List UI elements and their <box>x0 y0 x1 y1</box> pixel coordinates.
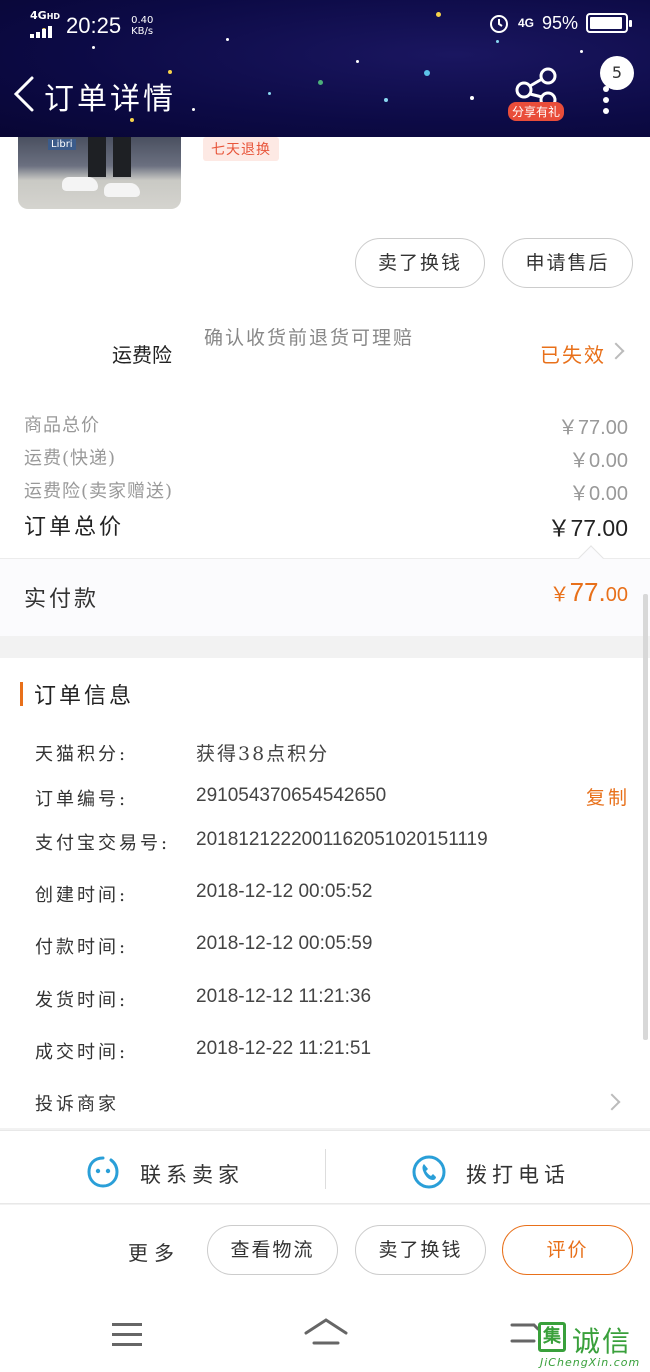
paid-amount-row: 实付款 ￥77.00 <box>0 558 650 636</box>
info-label-created: 创建时间: <box>35 885 129 906</box>
page-title: 订单详情 <box>44 82 176 117</box>
share-gift-label[interactable]: 分享有礼 <box>508 102 565 121</box>
app-header: 4GHD 20:25 0.40 KB/s 4G 95% 订单详情 分享有礼 5 <box>0 0 650 137</box>
info-value-alipay-trade: 2018121222001162051020151119 <box>196 829 488 850</box>
shipping-insurance-desc: 确认收货前退货可理赔 <box>204 327 415 349</box>
message-count-badge[interactable]: 5 <box>600 56 634 90</box>
order-action-bar: 更多 查看物流 卖了换钱 评价 <box>0 1205 650 1295</box>
product-section: Libri 七天退换 卖了换钱 申请售后 <box>0 137 650 307</box>
after-sale-button[interactable]: 申请售后 <box>502 238 633 288</box>
chevron-right-icon <box>607 342 625 360</box>
price-label-insurance: 运费险(卖家赠送) <box>24 481 174 502</box>
order-total-value: ￥77.00 <box>547 515 628 541</box>
net-speed: 0.40 KB/s <box>131 15 154 37</box>
view-logistics-button[interactable]: 查看物流 <box>207 1225 338 1275</box>
chevron-right-icon <box>603 1093 621 1111</box>
section-accent-bar <box>20 682 23 706</box>
network-indicator: 4GHD <box>30 10 60 42</box>
contact-seller-button[interactable]: 联系卖家 <box>140 1159 244 1189</box>
chat-bubble-icon[interactable] <box>86 1155 120 1189</box>
home-icon[interactable] <box>304 1317 348 1347</box>
price-label-shipping: 运费(快递) <box>24 448 117 469</box>
review-button[interactable]: 评价 <box>502 1225 633 1275</box>
clock: 20:25 <box>66 13 122 38</box>
price-value-shipping: ￥0.00 <box>569 450 628 472</box>
shipping-insurance-status: 已失效 <box>540 343 606 367</box>
order-total-label: 订单总价 <box>24 515 125 540</box>
info-value-order-number: 291054370654542650 <box>196 785 387 806</box>
price-label-goods: 商品总价 <box>24 415 100 436</box>
info-label-alipay-trade: 支付宝交易号: <box>35 833 171 854</box>
call-phone-button[interactable]: 拨打电话 <box>466 1159 570 1189</box>
phone-icon[interactable] <box>412 1155 446 1189</box>
complain-seller-link[interactable]: 投诉商家 <box>35 1090 119 1116</box>
status-bar: 4GHD 20:25 0.40 KB/s 4G 95% <box>0 10 650 42</box>
copy-order-number-link[interactable]: 复制 <box>586 783 630 810</box>
signal-icon <box>30 26 52 38</box>
back-arrow-icon[interactable] <box>10 74 38 114</box>
sell-button[interactable]: 卖了换钱 <box>355 238 485 288</box>
battery-icon <box>586 13 632 33</box>
info-value-completed: 2018-12-22 11:21:51 <box>196 1038 372 1059</box>
shipping-insurance-row[interactable]: 运费险 确认收货前退货可理赔 已失效 <box>0 307 650 397</box>
seven-day-return-tag: 七天退换 <box>203 137 279 161</box>
info-label-completed: 成交时间: <box>35 1042 129 1063</box>
shipping-insurance-label: 运费险 <box>112 343 172 367</box>
info-value-paid: 2018-12-12 00:05:59 <box>196 933 373 954</box>
watermark-en: JiChengXin.com <box>540 1356 641 1369</box>
info-value-created: 2018-12-12 00:05:52 <box>196 881 373 902</box>
sell-button-bottom[interactable]: 卖了换钱 <box>355 1225 486 1275</box>
info-label-paid: 付款时间: <box>35 937 129 958</box>
alarm-icon <box>489 15 508 33</box>
info-label-points: 天猫积分: <box>35 744 129 765</box>
price-value-insurance: ￥0.00 <box>569 483 628 505</box>
more-menu-icon[interactable] <box>598 86 614 116</box>
order-info-section: 订单信息 天猫积分: 获得38点积分 订单编号: 291054370654542… <box>0 658 650 1128</box>
menu-icon[interactable] <box>112 1323 142 1347</box>
more-actions-button[interactable]: 更多 <box>128 1237 180 1266</box>
product-image-sign: Libri <box>48 139 76 150</box>
info-label-shipped: 发货时间: <box>35 990 129 1011</box>
watermark-box: 集 <box>538 1322 566 1352</box>
contact-divider <box>325 1149 326 1189</box>
info-value-points: 获得38点积分 <box>196 743 330 765</box>
order-info-title: 订单信息 <box>34 684 135 709</box>
price-summary: 商品总价 ￥77.00 运费(快递) ￥0.00 运费险(卖家赠送) ￥0.00… <box>0 397 650 558</box>
price-value-goods: ￥77.00 <box>557 417 628 439</box>
paid-label: 实付款 <box>24 587 100 612</box>
battery-percent: 95% <box>541 12 578 33</box>
info-value-shipped: 2018-12-12 11:21:36 <box>196 986 372 1007</box>
product-image[interactable]: Libri <box>18 137 181 209</box>
network-type: 4G <box>517 16 534 30</box>
watermark-cn: 诚信 <box>572 1325 633 1358</box>
contact-bar: 联系卖家 拨打电话 <box>0 1130 650 1204</box>
paid-amount: ￥77.00 <box>549 577 628 607</box>
scrollbar[interactable] <box>643 594 648 1040</box>
info-label-order-number: 订单编号: <box>35 789 129 810</box>
site-watermark-logo: 集 诚信 JiChengXin.com <box>534 1320 650 1372</box>
